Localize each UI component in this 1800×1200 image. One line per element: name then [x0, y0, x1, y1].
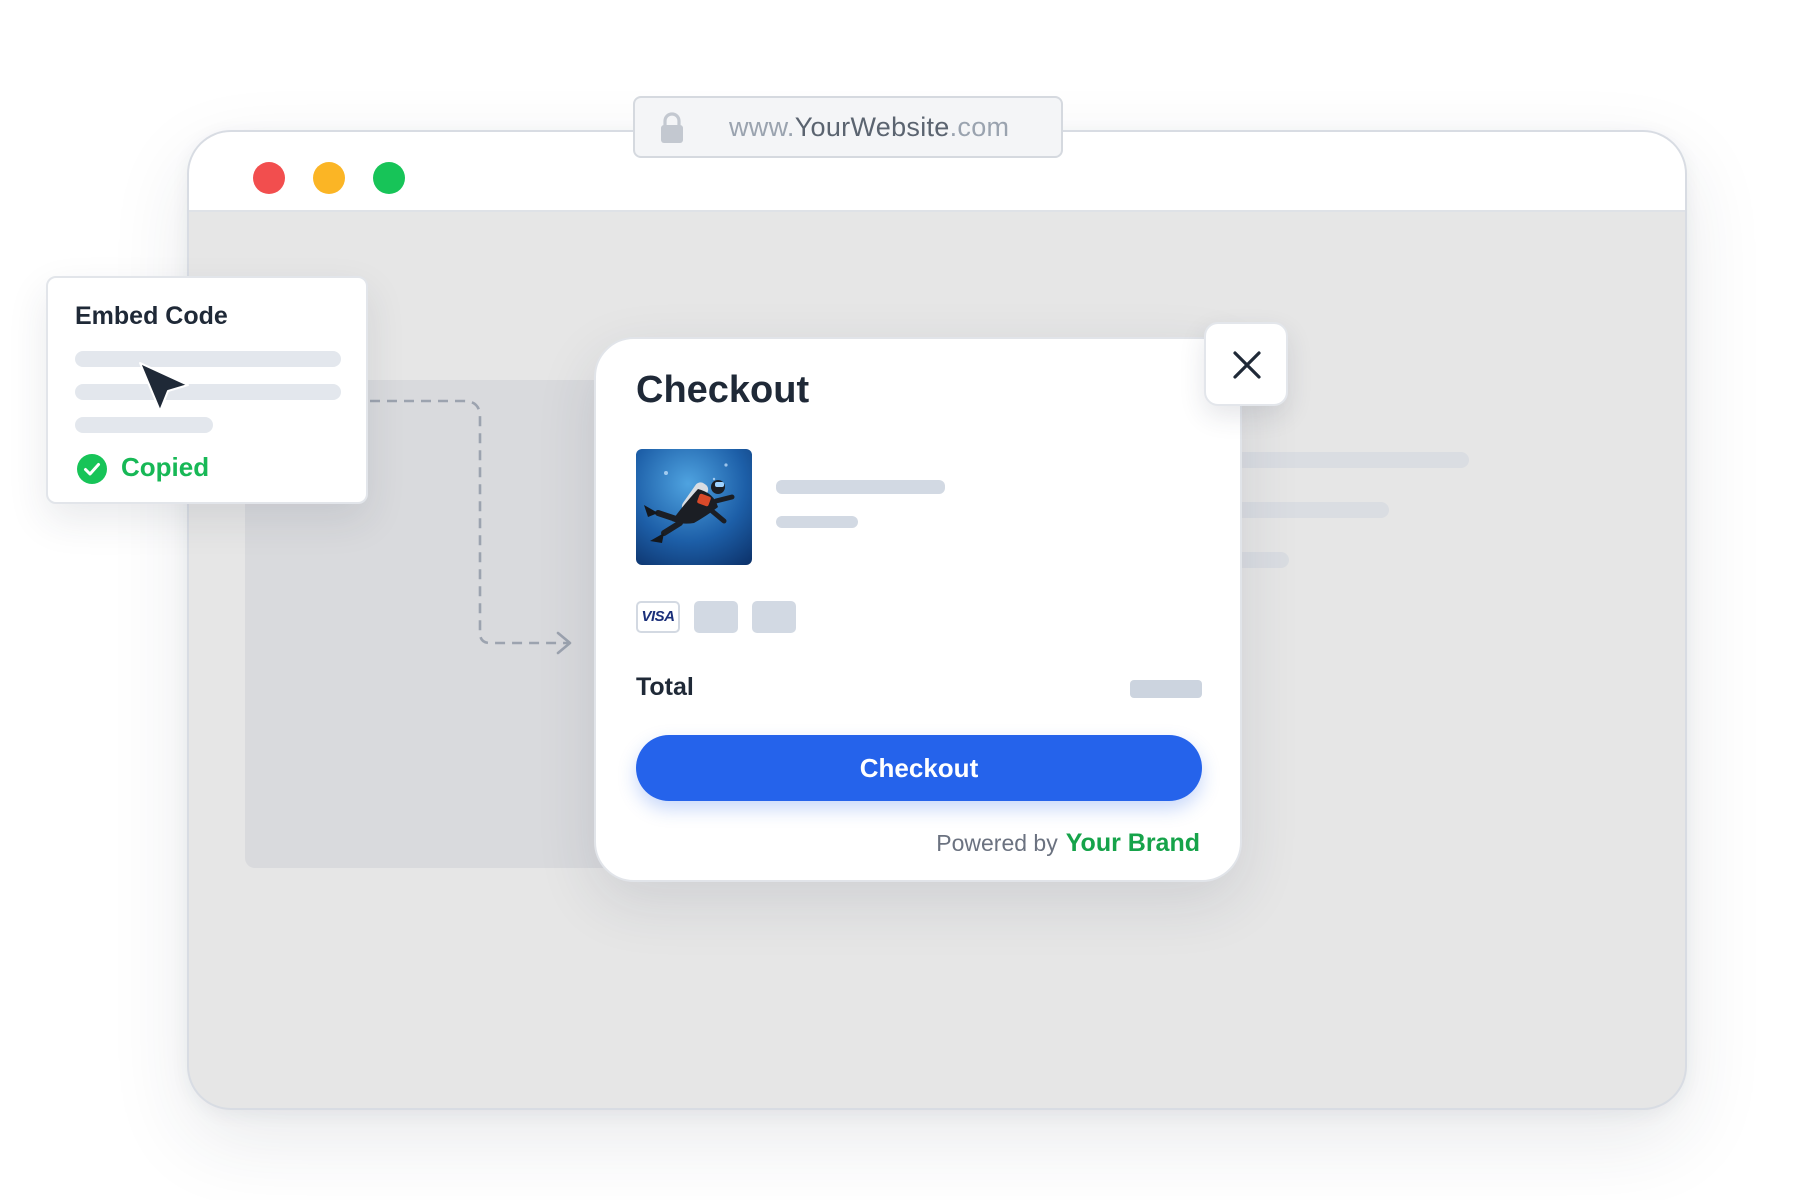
total-label: Total — [636, 673, 694, 701]
brand-name[interactable]: Your Brand — [1066, 829, 1200, 857]
powered-by-footer: Powered by Your Brand — [936, 829, 1200, 858]
checkout-button[interactable]: Checkout — [636, 735, 1202, 801]
product-name-placeholder — [776, 480, 945, 494]
window-minimize-dot[interactable] — [313, 162, 345, 194]
checkout-title: Checkout — [636, 369, 810, 411]
product-price-placeholder — [776, 516, 858, 528]
product-image — [636, 449, 752, 565]
powered-by-label: Powered by — [936, 830, 1058, 856]
address-bar[interactable]: www.YourWebsite.com — [633, 96, 1063, 158]
url-domain: YourWebsite — [794, 112, 950, 142]
payment-method-placeholder[interactable] — [752, 601, 796, 633]
close-button[interactable] — [1204, 322, 1288, 406]
embed-code-title: Embed Code — [75, 302, 228, 330]
code-line-placeholder[interactable] — [75, 384, 341, 400]
embed-flow-arrow — [370, 399, 572, 655]
code-line-placeholder[interactable] — [75, 351, 341, 367]
visa-card-icon[interactable]: VISA — [636, 601, 680, 633]
payment-method-placeholder[interactable] — [694, 601, 738, 633]
check-circle-icon — [77, 454, 107, 484]
lock-icon — [661, 112, 683, 143]
cursor-arrow-icon — [139, 362, 189, 412]
close-icon — [1233, 351, 1261, 379]
visa-label: VISA — [641, 608, 675, 625]
page-text-placeholder — [1229, 452, 1469, 468]
page-text-placeholder — [1229, 502, 1389, 518]
scuba-diver-photo — [636, 449, 752, 565]
copied-label: Copied — [121, 452, 210, 482]
embed-code-card: Embed Code Copied — [46, 276, 368, 504]
window-maximize-dot[interactable] — [373, 162, 405, 194]
url-text: www.YourWebsite.com — [729, 112, 1009, 143]
url-suffix: .com — [949, 112, 1010, 142]
url-prefix: www. — [729, 112, 795, 142]
checkout-modal: Checkout VISA Total Checkout Powered by … — [594, 337, 1242, 882]
illustration-stage: www.YourWebsite.com Embed Code Copied Ch… — [0, 0, 1800, 1200]
window-close-dot[interactable] — [253, 162, 285, 194]
total-amount-placeholder — [1130, 680, 1202, 698]
